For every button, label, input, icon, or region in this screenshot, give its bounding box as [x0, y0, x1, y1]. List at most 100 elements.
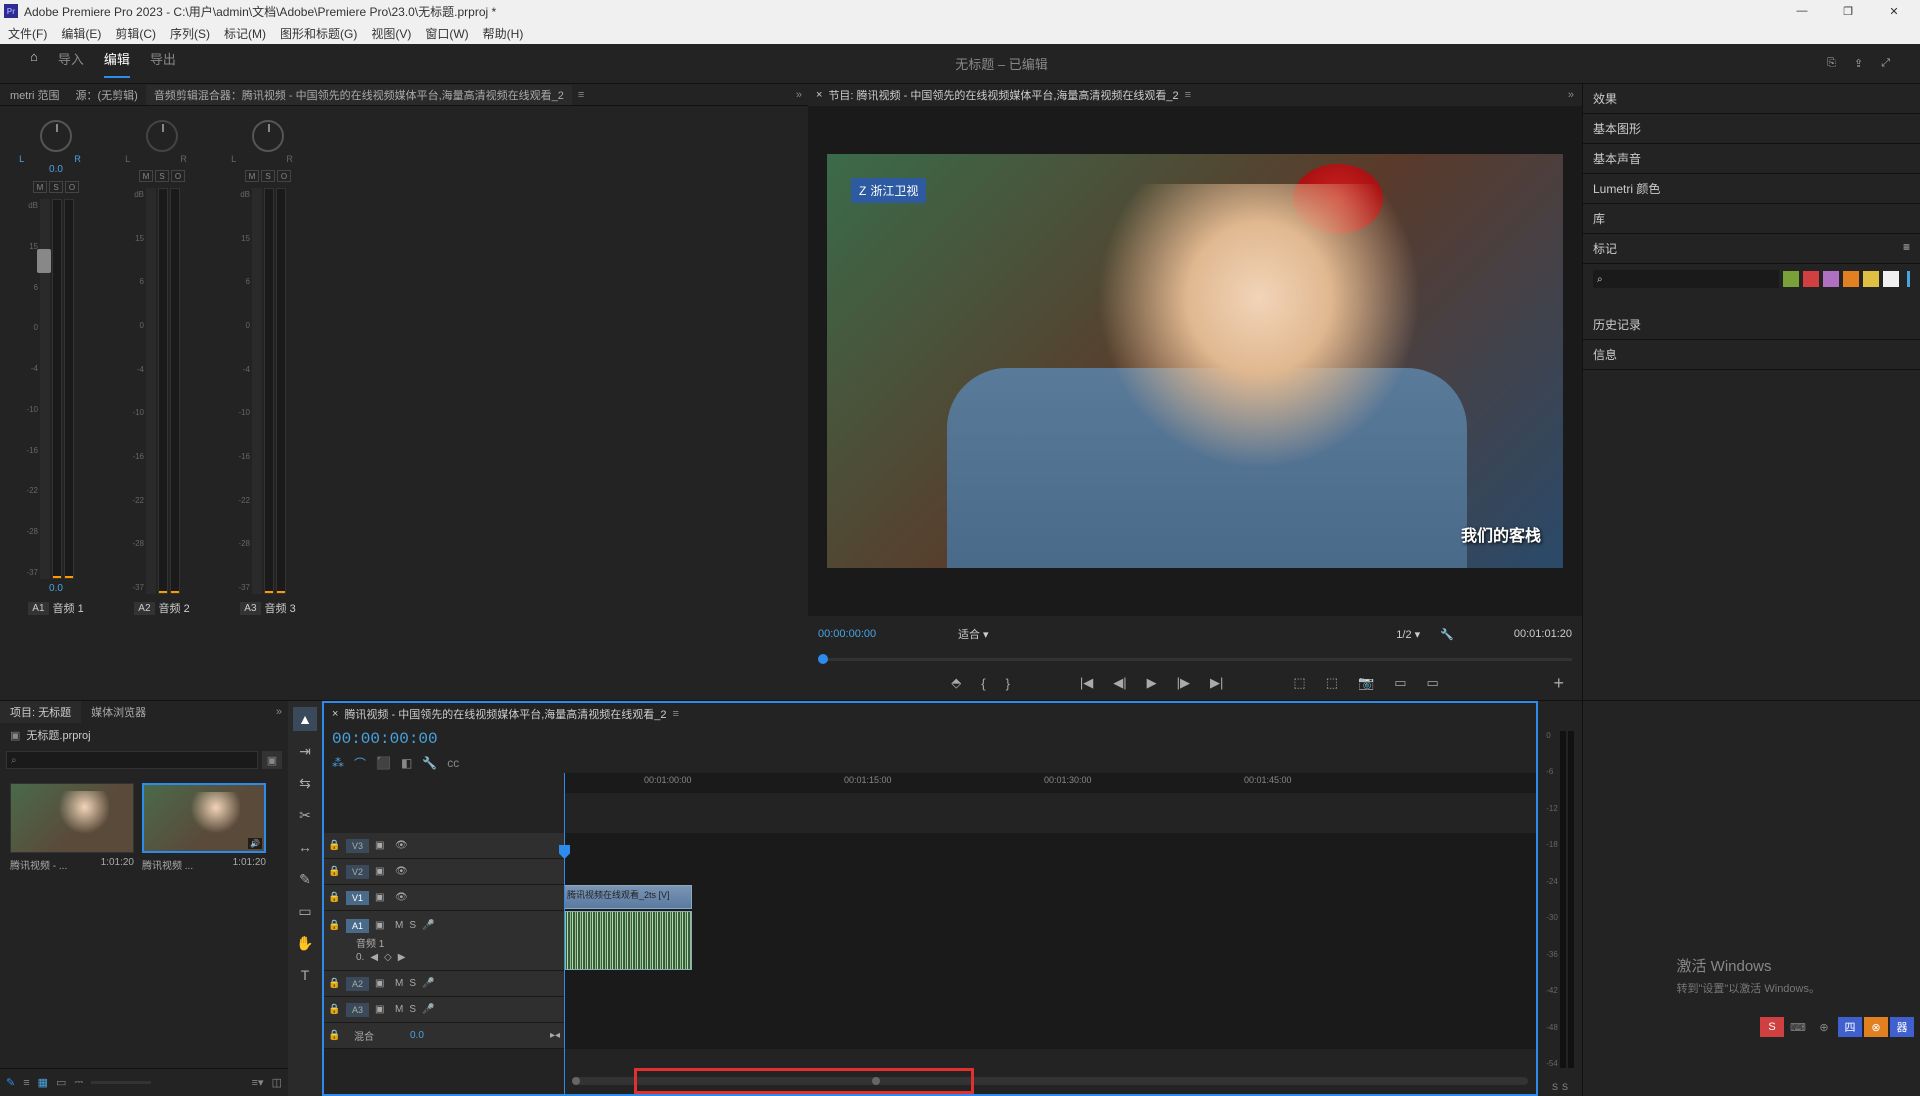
menu-edit[interactable]: 编辑(E)	[61, 25, 101, 42]
panel-menu-icon[interactable]: »	[796, 89, 808, 101]
zoom-fit-dropdown[interactable]: 适合 ▾	[958, 626, 989, 642]
track-label[interactable]: V3	[346, 839, 369, 853]
toggle-output-icon[interactable]: 👁	[395, 866, 409, 877]
toggle-output-icon[interactable]: 👁	[395, 840, 409, 851]
tab-project[interactable]: 项目: 无标题	[0, 701, 81, 723]
selection-tool-icon[interactable]: ▲	[293, 707, 317, 731]
marker-color-white[interactable]	[1883, 271, 1899, 287]
timeline-timecode[interactable]: 00:00:00:00	[332, 730, 438, 748]
program-dropdown-icon[interactable]: ≡	[1185, 89, 1191, 101]
panel-graphics[interactable]: 基本图形	[1583, 114, 1920, 144]
home-icon[interactable]: ⌂	[30, 49, 38, 78]
type-tool-icon[interactable]: T	[293, 963, 317, 987]
menu-graphics[interactable]: 图形和标题(G)	[280, 25, 357, 42]
menu-window[interactable]: 窗口(W)	[425, 25, 468, 42]
pan-knob[interactable]	[252, 120, 284, 152]
tab-source[interactable]: 源：(无剪辑)	[68, 85, 146, 105]
workspace-import[interactable]: 导入	[58, 49, 84, 78]
marker-color-orange[interactable]	[1843, 271, 1859, 287]
pan-knob[interactable]	[146, 120, 178, 152]
panel-history[interactable]: 历史记录	[1583, 310, 1920, 340]
captions-icon[interactable]: cc	[447, 756, 459, 770]
extract-icon[interactable]: ⬚	[1326, 675, 1338, 691]
panel-overflow-icon[interactable]: »	[276, 706, 288, 718]
sync-lock-icon[interactable]: ▣	[375, 892, 389, 903]
workspace-export[interactable]: 导出	[150, 49, 176, 78]
marker-icon[interactable]: ⬛	[376, 756, 391, 770]
channel-id[interactable]: A2	[134, 602, 154, 615]
menu-clip[interactable]: 剪辑(C)	[115, 25, 156, 42]
workspace-edit[interactable]: 编辑	[104, 49, 130, 78]
panel-library[interactable]: 库	[1583, 204, 1920, 234]
audio-clip[interactable]	[564, 911, 692, 970]
lock-icon[interactable]: 🔒	[328, 1030, 340, 1041]
record-button[interactable]: O	[171, 170, 185, 182]
zoom-slider[interactable]	[91, 1081, 151, 1084]
tray-icon[interactable]: ⌨	[1786, 1017, 1810, 1037]
thumbnail-view-icon[interactable]: ▭	[56, 1076, 66, 1089]
linked-selection-icon[interactable]: ⌒	[354, 755, 366, 772]
tab-lumetri-scopes[interactable]: metri 范围	[2, 85, 68, 105]
new-bin-icon[interactable]: ▣	[262, 751, 282, 769]
filter-icon[interactable]: ≡▾	[252, 1076, 264, 1089]
track-label[interactable]: A2	[346, 977, 369, 991]
solo-button[interactable]: S	[155, 170, 169, 182]
channel-id[interactable]: A1	[28, 602, 48, 615]
share-icon[interactable]: ⇪	[1854, 57, 1863, 70]
mark-in-icon[interactable]: ⬘	[951, 675, 961, 691]
solo-icon[interactable]: S	[409, 920, 416, 931]
lock-icon[interactable]: 🔒	[328, 1004, 340, 1015]
mark-clip-icon[interactable]: }	[1006, 676, 1010, 691]
razor-tool-icon[interactable]: ✂	[293, 803, 317, 827]
fullscreen-icon[interactable]: ⤢	[1881, 57, 1890, 70]
bin-icon[interactable]: ▣	[10, 729, 20, 742]
menu-markers[interactable]: 标记(M)	[224, 25, 266, 42]
mark-out-icon[interactable]: {	[981, 676, 985, 691]
marker-color-purple[interactable]	[1823, 271, 1839, 287]
close-button[interactable]: ✕	[1880, 1, 1908, 21]
lock-icon[interactable]: 🔒	[328, 892, 340, 903]
button-editor-icon[interactable]: ▭	[1426, 675, 1438, 691]
keyframe-next-icon[interactable]: ▶	[398, 952, 406, 963]
voice-icon[interactable]: 🎤	[422, 978, 434, 989]
panel-menu-icon[interactable]: ≡	[1903, 240, 1910, 257]
track-label[interactable]: V1	[346, 891, 369, 905]
collapse-icon[interactable]: ▸◂	[550, 1030, 560, 1041]
playhead-marker[interactable]	[818, 654, 828, 664]
marker-color-yellow[interactable]	[1863, 271, 1879, 287]
automate-icon[interactable]: ◫	[272, 1076, 282, 1089]
panel-lumetri[interactable]: Lumetri 颜色	[1583, 174, 1920, 204]
solo-icon[interactable]: S	[409, 1004, 416, 1015]
timeline-playhead[interactable]	[564, 773, 565, 1094]
menu-file[interactable]: 文件(F)	[8, 25, 47, 42]
hand-tool-icon[interactable]: ✋	[293, 931, 317, 955]
scrub-bar[interactable]	[808, 652, 1582, 666]
sequence-dropdown-icon[interactable]: ≡	[673, 708, 679, 720]
toggle-output-icon[interactable]: 👁	[395, 892, 409, 903]
mute-icon[interactable]: M	[395, 978, 403, 989]
freeform-view-icon[interactable]: ✎	[6, 1076, 15, 1089]
snap-icon[interactable]: ⁂	[332, 756, 344, 770]
go-to-in-icon[interactable]: |◀	[1080, 675, 1093, 691]
record-button[interactable]: O	[65, 181, 79, 193]
lock-icon[interactable]: 🔒	[328, 978, 340, 989]
tray-icon[interactable]: ⊕	[1812, 1017, 1836, 1037]
icon-view-icon[interactable]: ▦	[38, 1076, 48, 1089]
sync-lock-icon[interactable]: ▣	[375, 978, 389, 989]
menu-help[interactable]: 帮助(H)	[483, 25, 524, 42]
sort-icon[interactable]: ⎓	[74, 1076, 83, 1089]
timecode-current[interactable]: 00:00:00:00	[818, 628, 938, 640]
solo-button[interactable]: S	[261, 170, 275, 182]
volume-fader[interactable]	[40, 199, 50, 579]
track-label[interactable]: V2	[346, 865, 369, 879]
resolution-dropdown[interactable]: 1/2 ▾	[1396, 628, 1420, 641]
project-search-input[interactable]	[6, 751, 258, 769]
bin-item[interactable]: 腾讯视频 - ...1:01:20	[10, 783, 134, 872]
keyframe-prev-icon[interactable]: ◀	[370, 952, 378, 963]
quick-export-icon[interactable]: ⎘	[1827, 57, 1836, 70]
pan-knob[interactable]	[40, 120, 72, 152]
wrench-icon[interactable]: 🔧	[422, 756, 437, 770]
tab-media-browser[interactable]: 媒体浏览器	[81, 701, 156, 723]
solo-r-button[interactable]: S	[1562, 1082, 1568, 1092]
video-clip[interactable]: 腾讯视频在线观看_2ts [V]	[564, 885, 692, 909]
